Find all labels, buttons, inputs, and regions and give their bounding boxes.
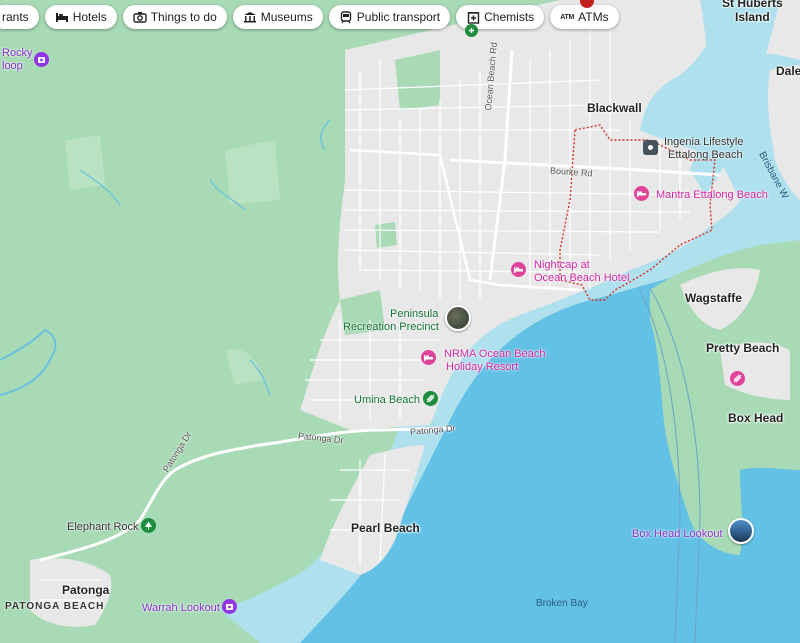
poi-peninsula-line2[interactable]: Recreation Precinct <box>343 321 439 333</box>
park-pin-icon[interactable] <box>423 391 438 406</box>
place-patonga[interactable]: Patonga <box>62 584 109 596</box>
poi-peninsula-line1[interactable]: Peninsula <box>390 308 438 320</box>
chip-label: rants <box>2 10 29 24</box>
place-photo-thumbnail[interactable] <box>728 518 754 544</box>
forest-light-2 <box>65 135 105 190</box>
hotel-pin-icon[interactable] <box>511 262 526 277</box>
poi-mantra[interactable]: Mantra Ettalong Beach <box>656 189 768 201</box>
train-icon <box>339 10 353 24</box>
poi-elephant-rock[interactable]: Elephant Rock <box>67 521 139 533</box>
place-wagstaffe[interactable]: Wagstaffe <box>685 292 742 304</box>
filter-chip-bar: rants Hotels Things to do Museums Public… <box>0 5 619 29</box>
camera-icon <box>133 10 147 24</box>
pharmacy-pin-icon[interactable] <box>465 24 478 37</box>
tree-pin-icon[interactable] <box>141 518 156 533</box>
park-patch-1 <box>395 50 440 110</box>
poi-warrah-lookout[interactable]: Warrah Lookout <box>142 602 220 614</box>
chip-label: ATMs <box>578 10 609 24</box>
activity-pin-icon[interactable] <box>730 371 745 386</box>
attraction-pin-icon[interactable] <box>222 599 237 614</box>
place-pearl-beach[interactable]: Pearl Beach <box>351 522 420 534</box>
place-pretty-beach[interactable]: Pretty Beach <box>706 342 779 354</box>
attraction-pin-icon[interactable] <box>34 52 49 67</box>
poi-nightcap-line2[interactable]: Ocean Beach Hotel <box>534 272 629 284</box>
pharmacy-icon <box>466 10 480 24</box>
hotel-pin-icon[interactable] <box>421 350 436 365</box>
poi-ingenia-line1[interactable]: Ingenia Lifestyle <box>664 136 744 148</box>
bed-icon <box>55 10 69 24</box>
poi-rocky-line1[interactable]: Rocky <box>2 47 33 59</box>
poi-rocky-line2[interactable]: loop <box>2 60 23 72</box>
lodging-pin-icon[interactable] <box>643 140 658 155</box>
place-umina-beach[interactable]: Umina Beach <box>354 394 420 406</box>
forest-light-1 <box>225 140 280 205</box>
place-patonga-beach[interactable]: PATONGA BEACH <box>5 601 104 613</box>
park-patch-2 <box>375 222 397 248</box>
atm-icon: ATM <box>560 13 575 21</box>
chip-atms[interactable]: ATM ATMs <box>550 5 619 29</box>
chip-label: Chemists <box>484 10 535 24</box>
poi-nrma-line2[interactable]: Holiday Resort <box>446 361 518 373</box>
poi-box-head-lookout[interactable]: Box Head Lookout <box>632 528 723 540</box>
place-box-head[interactable]: Box Head <box>728 412 783 424</box>
water-label-broken-bay: Broken Bay <box>536 598 588 609</box>
chip-label: Things to do <box>150 10 217 24</box>
place-st-huberts-line2[interactable]: Island <box>735 11 770 23</box>
place-blackwall[interactable]: Blackwall <box>587 102 642 114</box>
chip-things-to-do[interactable]: Things to do <box>122 5 227 29</box>
place-photo-thumbnail[interactable] <box>445 305 471 331</box>
chip-museums[interactable]: Museums <box>232 5 323 29</box>
poi-nrma-line1[interactable]: NRMA Ocean Beach <box>444 348 546 360</box>
chip-restaurants[interactable]: rants <box>0 5 39 29</box>
poi-ingenia-line2[interactable]: Ettalong Beach <box>668 149 743 161</box>
hotel-pin-icon[interactable] <box>634 186 649 201</box>
chip-public-transport[interactable]: Public transport <box>328 5 451 29</box>
chip-hotels[interactable]: Hotels <box>44 5 117 29</box>
place-st-huberts-line1[interactable]: St Huberts <box>722 0 783 9</box>
chip-label: Museums <box>260 10 313 24</box>
place-daley[interactable]: Dale <box>776 65 800 77</box>
chip-label: Public transport <box>356 10 441 24</box>
chip-label: Hotels <box>72 10 107 24</box>
museum-icon <box>243 10 257 24</box>
poi-nightcap-line1[interactable]: Nightcap at <box>534 259 590 271</box>
